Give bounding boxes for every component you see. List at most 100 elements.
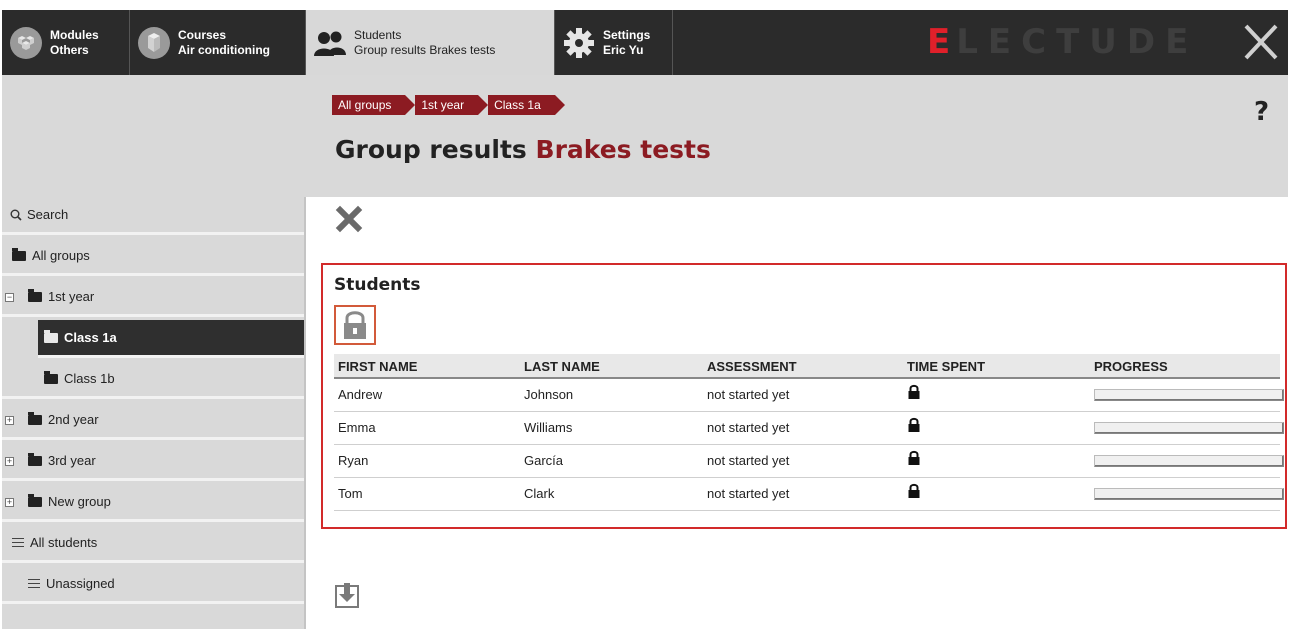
page-title-prefix: Group results xyxy=(335,135,527,164)
sidebar-item-class-1b[interactable]: Class 1b xyxy=(2,361,304,399)
sidebar-item-all-students[interactable]: All students xyxy=(2,525,304,563)
table-row[interactable]: Ryan García not started yet xyxy=(334,445,1284,478)
close-icon xyxy=(1244,24,1278,60)
lock-icon xyxy=(907,380,921,412)
sidebar-item-3rd-year[interactable]: + 3rd year xyxy=(2,443,304,481)
cube-stack-icon xyxy=(136,25,172,61)
table-row[interactable]: Andrew Johnson not started yet xyxy=(334,379,1284,412)
remove-button[interactable] xyxy=(335,205,363,233)
cell-time-spent xyxy=(903,379,1090,411)
breadcrumb-1st-year[interactable]: 1st year xyxy=(415,95,488,115)
sidebar-item-2nd-year[interactable]: + 2nd year xyxy=(2,402,304,440)
help-button[interactable]: ? xyxy=(1254,97,1269,127)
collapse-icon[interactable]: − xyxy=(5,293,14,302)
breadcrumb-class-1a[interactable]: Class 1a xyxy=(488,95,565,115)
cell-progress xyxy=(1090,445,1284,477)
lock-icon xyxy=(907,446,921,478)
cell-last-name: Johnson xyxy=(524,387,574,402)
table-header: FIRST NAME LAST NAME ASSESSMENT TIME SPE… xyxy=(334,354,1280,379)
table-row[interactable]: Emma Williams not started yet xyxy=(334,412,1284,445)
cell-first-name: Tom xyxy=(338,486,363,501)
cubes-icon xyxy=(8,25,44,61)
top-bar: Modules Others Courses Air conditioning xyxy=(2,10,1288,75)
column-header-progress[interactable]: PROGRESS xyxy=(1090,354,1280,377)
lock-button[interactable] xyxy=(334,305,376,345)
nav-modules[interactable]: Modules Others xyxy=(2,10,130,75)
folder-icon xyxy=(28,493,42,507)
sidebar-item-1st-year[interactable]: − 1st year xyxy=(2,279,304,317)
progress-bar xyxy=(1094,455,1284,467)
breadcrumb: All groups 1st year Class 1a xyxy=(332,95,565,115)
students-table: FIRST NAME LAST NAME ASSESSMENT TIME SPE… xyxy=(334,354,1284,511)
cell-first-name: Andrew xyxy=(338,387,383,402)
nav-courses-sub: Air conditioning xyxy=(178,42,270,57)
download-icon xyxy=(335,583,359,608)
progress-bar xyxy=(1094,488,1284,500)
cell-first-name: Emma xyxy=(338,420,376,435)
page-title: Group results Brakes tests xyxy=(335,135,711,164)
column-header-assessment[interactable]: ASSESSMENT xyxy=(703,354,903,377)
sidebar-item-label: Unassigned xyxy=(46,576,115,591)
folder-icon xyxy=(28,452,42,466)
sidebar-item-class-1a[interactable]: Class 1a xyxy=(38,320,304,358)
expand-icon[interactable]: + xyxy=(5,416,14,425)
download-button[interactable] xyxy=(335,582,359,608)
cell-assessment: not started yet xyxy=(707,453,790,468)
sidebar-item-new-group[interactable]: + New group xyxy=(2,484,304,522)
sidebar-item-label: 2nd year xyxy=(48,412,99,427)
list-icon xyxy=(28,579,40,588)
cell-assessment: not started yet xyxy=(707,420,790,435)
nav-modules-title: Modules xyxy=(50,27,99,42)
cell-progress xyxy=(1090,379,1284,411)
cell-progress xyxy=(1090,478,1284,510)
nav-settings-sub: Eric Yu xyxy=(603,42,644,57)
folder-icon xyxy=(28,288,42,302)
sidebar-search[interactable]: Search xyxy=(2,197,304,235)
nav-students-sub: Group results Brakes tests xyxy=(354,42,496,57)
cell-time-spent xyxy=(903,445,1090,477)
sidebar-item-label: All groups xyxy=(32,248,90,263)
lock-icon xyxy=(907,413,921,445)
sidebar-item-label: Class 1b xyxy=(64,371,115,386)
logo-first-letter: E xyxy=(927,22,957,62)
column-header-time-spent[interactable]: TIME SPENT xyxy=(903,354,1090,377)
nav-settings[interactable]: Settings Eric Yu xyxy=(555,10,673,75)
app-window: Modules Others Courses Air conditioning xyxy=(0,0,1292,629)
nav-modules-sub: Others xyxy=(50,42,89,57)
breadcrumb-all-groups[interactable]: All groups xyxy=(332,95,416,115)
nav-courses-title: Courses xyxy=(178,27,227,42)
cell-assessment: not started yet xyxy=(707,387,790,402)
folder-icon xyxy=(12,247,26,261)
sidebar: Search All groups − 1st year Class 1a Cl… xyxy=(2,197,306,629)
table-row[interactable]: Tom Clark not started yet xyxy=(334,478,1284,511)
logo-rest: LECTUDE xyxy=(956,22,1199,62)
students-icon xyxy=(312,25,348,61)
nav-courses[interactable]: Courses Air conditioning xyxy=(130,10,306,75)
expand-icon[interactable]: + xyxy=(5,457,14,466)
progress-bar xyxy=(1094,389,1284,401)
cell-time-spent xyxy=(903,478,1090,510)
folder-icon xyxy=(44,329,58,343)
column-header-first-name[interactable]: FIRST NAME xyxy=(334,354,520,377)
lock-icon xyxy=(907,479,921,511)
cell-first-name: Ryan xyxy=(338,453,369,468)
cell-progress xyxy=(1090,412,1284,444)
sidebar-item-all-groups[interactable]: All groups xyxy=(2,238,304,276)
sidebar-search-label: Search xyxy=(27,207,69,222)
nav-students[interactable]: Students Group results Brakes tests xyxy=(306,10,555,75)
students-panel: Students FIRST NAME LAST NAME ASSESSMENT… xyxy=(321,263,1287,529)
panel-title: Students xyxy=(334,275,421,295)
expand-icon[interactable]: + xyxy=(5,498,14,507)
electude-logo: E LECTUDE xyxy=(927,22,1199,62)
close-button[interactable] xyxy=(1240,20,1282,64)
sidebar-item-label: 3rd year xyxy=(48,453,96,468)
column-header-last-name[interactable]: LAST NAME xyxy=(520,354,703,377)
cell-time-spent xyxy=(903,412,1090,444)
lock-icon xyxy=(344,311,366,339)
list-icon xyxy=(12,538,24,547)
page-title-accent: Brakes tests xyxy=(535,135,711,164)
sidebar-item-unassigned[interactable]: Unassigned xyxy=(2,566,304,604)
search-icon xyxy=(10,209,22,221)
sidebar-item-label: All students xyxy=(30,535,98,550)
folder-icon xyxy=(28,411,42,425)
